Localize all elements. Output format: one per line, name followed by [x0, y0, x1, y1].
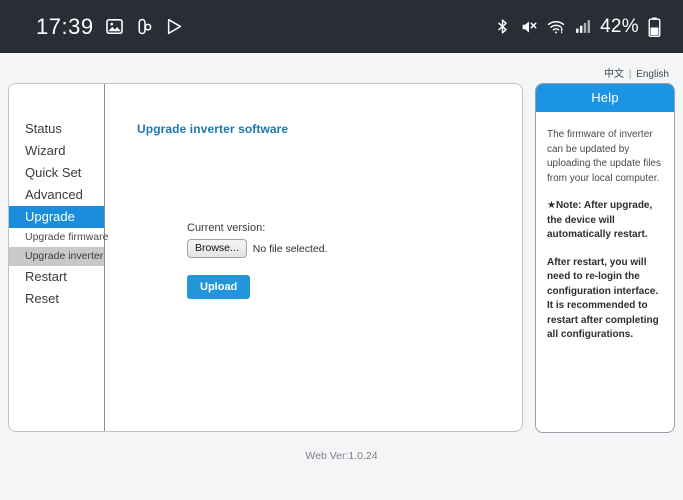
help-card: Help The firmware of inverter can be upd… [535, 83, 675, 433]
main-content-panel: Upgrade inverter software Current versio… [105, 84, 522, 431]
language-english-link[interactable]: English [636, 69, 669, 80]
help-header-title: Help [536, 84, 674, 112]
current-version-label: Current version: [187, 222, 266, 234]
help-body: The firmware of inverter can be updated … [536, 112, 674, 366]
upload-button[interactable]: Upload [187, 275, 251, 299]
play-store-icon [165, 17, 184, 36]
cellular-signal-icon [574, 18, 591, 35]
status-bar-left-group: 17:39 [36, 14, 184, 40]
sidebar-item-upgrade[interactable]: Upgrade [9, 206, 104, 228]
language-separator: | [628, 69, 632, 80]
volume-muted-icon [520, 18, 538, 36]
bluetooth-icon [494, 18, 511, 35]
chrome-icon [135, 17, 154, 36]
sidebar-item-wizard[interactable]: Wizard [9, 140, 104, 162]
help-paragraph: After restart, you will need to re-login… [547, 256, 659, 341]
photos-icon [105, 17, 124, 36]
page-title: Upgrade inverter software [137, 122, 289, 136]
browse-button[interactable]: Browse... [187, 239, 247, 258]
web-version-label: Web Ver:1.0.24 [305, 450, 378, 462]
help-paragraph: ★Note: After upgrade, the device will au… [547, 200, 653, 240]
sidebar-item-upgrade-firmware[interactable]: Upgrade firmware [9, 228, 108, 247]
wifi-warning-icon [547, 18, 565, 36]
page-body: 中文 | English Status Wizard Quick Set Advanc… [0, 53, 683, 500]
status-bar-clock: 17:39 [36, 13, 94, 39]
help-paragraph: The firmware of inverter can be updated … [547, 129, 661, 184]
sidebar-item-quick-set[interactable]: Quick Set [9, 162, 104, 184]
footer: Web Ver:1.0.24 [0, 433, 683, 462]
sidebar-item-upgrade-inverter[interactable]: Upgrade inverter [9, 247, 104, 266]
language-chinese-link[interactable]: 中文 [604, 69, 624, 80]
content-layout: Status Wizard Quick Set Advanced Upgrade Upgr… [0, 83, 683, 433]
main-card: Status Wizard Quick Set Advanced Upgrade Upgr… [8, 83, 523, 432]
status-bar-right-group: 42% [494, 16, 661, 38]
file-input-row[interactable]: Browse... No file selected. [187, 239, 327, 258]
sidebar-item-status[interactable]: Status [9, 118, 104, 140]
sidebar-item-advanced[interactable]: Advanced [9, 184, 104, 206]
navigation-sidebar: Status Wizard Quick Set Advanced Upgrade Upgr… [9, 84, 108, 431]
sidebar-item-reset[interactable]: Reset [9, 288, 104, 310]
language-switcher: 中文 | English [0, 53, 683, 83]
android-status-bar: 17:39 42% [0, 0, 683, 53]
sidebar-item-restart[interactable]: Restart [9, 266, 104, 288]
upgrade-form: Current version: Browse... No file selec… [187, 222, 327, 299]
battery-icon [648, 17, 661, 37]
battery-percent-label: 42% [600, 15, 639, 37]
file-selected-status: No file selected. [252, 242, 328, 255]
